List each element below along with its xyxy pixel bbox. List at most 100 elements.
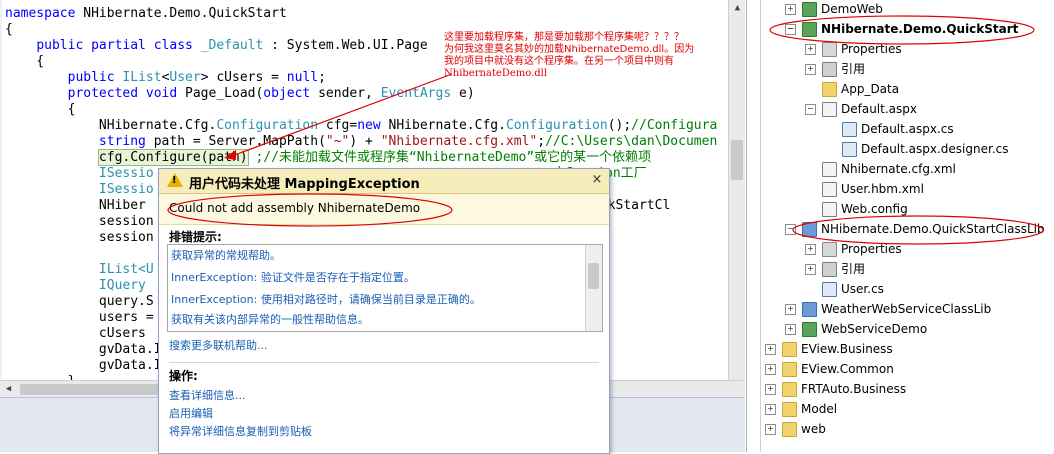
expand-icon[interactable]: + [765, 404, 776, 415]
annotation-line: 为何我这里莫名其妙的加载NhibernateDemo.dll。因为 [444, 44, 695, 55]
tree-node[interactable]: App_Data [805, 80, 899, 98]
tree-node[interactable]: Default.aspx.cs [825, 120, 954, 138]
tree-node[interactable]: + 引用 [805, 60, 865, 78]
tree-node[interactable]: − NHibernate.Demo.QuickStartClassLib [785, 220, 1045, 238]
tree-node[interactable]: + Properties [805, 240, 902, 258]
tip-link[interactable]: 获取异常的常规帮助。 [171, 247, 281, 263]
code-token: public [67, 70, 115, 85]
code-token: //Configura [631, 118, 718, 133]
scrollbar-thumb[interactable] [588, 263, 599, 289]
tree-node[interactable]: + Model [765, 400, 837, 418]
web-project-icon [802, 2, 817, 17]
folder-icon [822, 82, 837, 97]
collapse-icon[interactable]: − [785, 224, 796, 235]
tree-node[interactable]: Nhibernate.cfg.xml [805, 160, 956, 178]
tip-link[interactable]: InnerException: 验证文件是否存在于指定位置。 [171, 269, 415, 285]
tree-node-label: WeatherWebServiceClassLib [821, 302, 992, 316]
code-token: ;//未能加载文件或程序集“NhibernateDemo”或它的某一个依赖项 [255, 150, 652, 165]
code-token: ISessio [98, 166, 154, 181]
tree-node-label: Web.config [841, 202, 908, 216]
code-token: User [169, 70, 201, 85]
close-icon[interactable]: × [589, 172, 605, 188]
code-token: : System.Web.UI.Page [263, 38, 428, 53]
code-token: e) [451, 86, 475, 101]
code-token: "~" [325, 134, 350, 149]
troubleshooting-label: 排错提示: [169, 230, 222, 244]
code-line: users = [5, 310, 154, 326]
tree-node[interactable]: User.cs [805, 280, 884, 298]
expand-icon[interactable]: + [785, 324, 796, 335]
collapse-icon[interactable]: − [805, 104, 816, 115]
tree-node-label: FRTAuto.Business [801, 382, 907, 396]
tree-node[interactable]: + Properties [805, 40, 902, 58]
expand-icon[interactable]: + [805, 244, 816, 255]
tree-node[interactable]: + EView.Business [765, 340, 893, 358]
copy-exception-link[interactable]: 将异常详细信息复制到剪贴板 [169, 423, 312, 439]
csharp-file-icon [842, 122, 857, 137]
expand-icon[interactable]: + [785, 304, 796, 315]
tree-node[interactable]: − NHibernate.Demo.QuickStart [785, 20, 1018, 38]
project-icon [802, 222, 817, 237]
web-project-icon [802, 22, 817, 37]
expand-icon[interactable]: + [765, 344, 776, 355]
file-icon [822, 162, 837, 177]
tip-link[interactable]: 获取有关该内部异常的一般性帮助信息。 [171, 311, 369, 327]
expand-icon[interactable]: + [805, 64, 816, 75]
code-line: gvData.I [5, 358, 162, 374]
expand-icon[interactable]: + [805, 264, 816, 275]
scroll-up-arrow-icon[interactable]: ▲ [729, 0, 745, 17]
properties-icon [822, 242, 837, 257]
scrollbar-thumb[interactable] [731, 140, 743, 180]
enable-editing-link[interactable]: 启用编辑 [169, 405, 213, 421]
collapse-icon[interactable]: − [785, 24, 796, 35]
tree-node[interactable]: Web.config [805, 200, 908, 218]
code-line: session [5, 230, 154, 246]
tree-node[interactable]: + EView.Common [765, 360, 894, 378]
tree-node[interactable]: + WeatherWebServiceClassLib [785, 300, 991, 318]
code-line: gvData.I [5, 342, 162, 358]
tree-node-label: User.cs [841, 282, 884, 296]
code-token: NHiber [5, 198, 146, 213]
expand-icon[interactable]: + [805, 44, 816, 55]
code-token: namespace [5, 6, 76, 21]
tip-link[interactable]: InnerException: 使用相对路径时，请确保当前目录是正确的。 [171, 291, 481, 307]
tree-node-label: Default.aspx [841, 102, 917, 116]
annotation-line: 我的项目中就没有这个程序集。在另一个项目中则有 [444, 56, 674, 67]
tree-node-label: Default.aspx.cs [861, 122, 954, 136]
tree-node-label: web [801, 422, 826, 436]
tree-node[interactable]: − Default.aspx [805, 100, 917, 118]
code-line: cUsers [5, 326, 154, 342]
tree-guide-line [760, 0, 761, 452]
code-line: { [5, 22, 13, 38]
code-token: string [98, 134, 146, 149]
expand-icon[interactable]: + [765, 364, 776, 375]
tree-node[interactable]: + FRTAuto.Business [765, 380, 906, 398]
scroll-left-arrow-icon[interactable]: ◀ [0, 381, 17, 398]
tips-scrollbar[interactable] [585, 245, 602, 331]
file-icon [822, 182, 837, 197]
tree-node[interactable]: + 引用 [805, 260, 865, 278]
code-token: //C:\Users\dan\Documen [545, 134, 718, 149]
code-token: { [5, 54, 45, 69]
view-details-link[interactable]: 查看详细信息... [169, 387, 246, 403]
tree-node[interactable]: + web [765, 420, 826, 438]
search-online-help-link[interactable]: 搜索更多联机帮助... [169, 337, 268, 353]
expand-icon[interactable]: + [765, 424, 776, 435]
code-line: query.S [5, 294, 154, 310]
expand-icon[interactable]: + [785, 4, 796, 15]
tree-node[interactable]: User.hbm.xml [805, 180, 924, 198]
tree-node[interactable]: Default.aspx.designer.cs [825, 140, 1009, 158]
tree-node[interactable]: + WebServiceDemo [785, 320, 927, 338]
code-line: public IList<User> cUsers = null; [5, 70, 326, 86]
tree-node[interactable]: + DemoWeb [785, 0, 883, 18]
code-line: string path = Server.MapPath("~") + "Nhi… [5, 134, 717, 150]
code-token: ) + [349, 134, 381, 149]
tree-node-label: NHibernate.Demo.QuickStart [821, 22, 1019, 36]
expand-icon[interactable]: + [765, 384, 776, 395]
code-token: gvData.I [5, 358, 162, 373]
file-icon [822, 102, 837, 117]
